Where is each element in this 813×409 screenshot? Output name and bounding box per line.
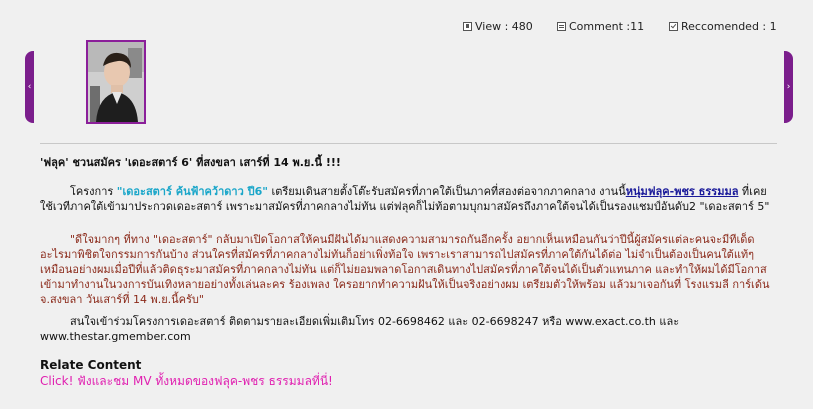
quote-text: "ดีใจมากๆ ที่ทาง "เดอะสตาร์" กลับมาเปิดโ… [40,233,770,306]
article-headline: 'ฟลุค' ชวนสมัคร 'เดอะสตาร์ 6' ที่สงขลา เ… [40,156,341,169]
chevron-left-icon: ‹ [27,82,32,92]
p1-text-start: โครงการ [70,185,117,198]
article-paragraph-1: โครงการ "เดอะสตาร์ ค้นฟ้าคว้าดาว ปี6" เต… [40,184,775,214]
prev-button[interactable]: ‹ [25,51,34,123]
recommended-count-label[interactable]: Reccomended : 1 [681,20,777,33]
chevron-right-icon: › [786,82,791,92]
artist-link[interactable]: หนุ่มฟลุค-พชร ธรรมมล [626,185,739,198]
separator [40,143,777,144]
comment-count-label[interactable]: Comment :11 [569,20,644,33]
recommended-count[interactable]: Reccomended : 1 [669,20,777,33]
gallery-thumbnail[interactable] [86,40,146,124]
view-count: View : 480 [463,20,533,33]
stats-bar: View : 480 Comment :11 Reccomended : 1 [463,20,777,34]
recommend-icon [669,22,678,31]
view-icon [463,22,472,31]
show-title-highlight: "เดอะสตาร์ ค้นฟ้าคว้าดาว ปี6" [116,185,268,198]
view-count-label: View : 480 [475,20,533,33]
article-quote: "ดีใจมากๆ ที่ทาง "เดอะสตาร์" กลับมาเปิดโ… [40,232,775,307]
thumbnail-photo [88,42,144,122]
comment-count[interactable]: Comment :11 [557,20,644,33]
related-content-link[interactable]: Click! ฟังและชม MV ทั้งหมดของฟลุค-พชร ธร… [40,372,333,391]
p1-text-middle: เตรียมเดินสายตั้งโต๊ะรับสมัครที่ภาคใต้เป… [267,185,626,198]
contact-text: สนใจเข้าร่วมโครงการเดอะสตาร์ ติดตามรายละ… [40,315,680,343]
related-content-title: Relate Content [40,358,142,372]
next-button[interactable]: › [784,51,793,123]
comment-icon [557,22,566,31]
article-contact: สนใจเข้าร่วมโครงการเดอะสตาร์ ติดตามรายละ… [40,314,775,344]
